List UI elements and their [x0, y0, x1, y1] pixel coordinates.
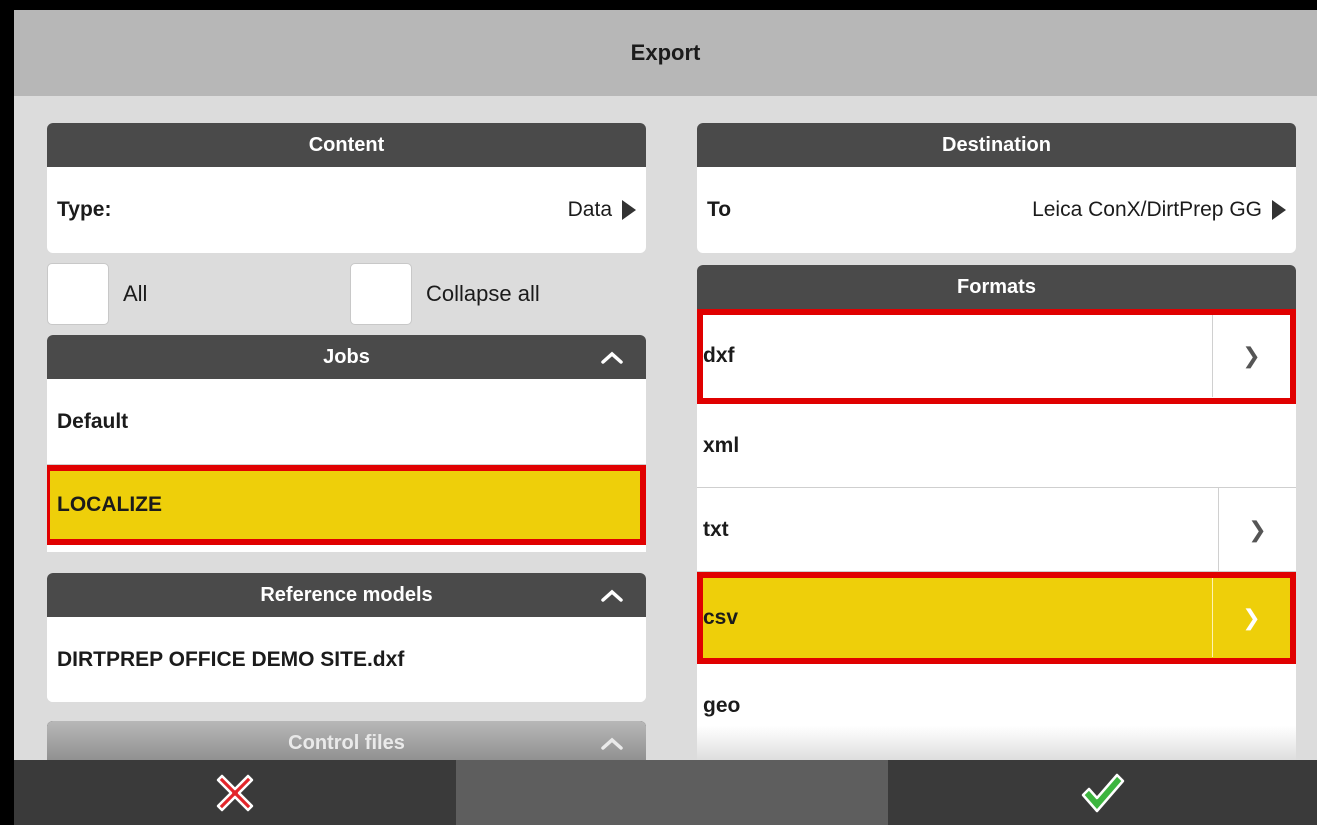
type-selector[interactable]: Type: Data [47, 167, 646, 253]
formats-header: Formats [697, 265, 1296, 309]
reference-models-panel: Reference models DIRTPREP OFFICE DEMO SI… [47, 573, 646, 702]
job-item-default[interactable]: Default [47, 379, 646, 465]
all-label: All [123, 281, 148, 306]
content-header: Content [47, 123, 646, 167]
jobs-header-label: Jobs [323, 345, 370, 368]
chevron-right-icon[interactable]: ❯ [1218, 488, 1296, 571]
collapse-all-checkbox-group[interactable]: Collapse all [350, 263, 540, 325]
empty-softkey[interactable] [456, 760, 888, 825]
format-item-xml[interactable]: xml [697, 404, 1296, 488]
collapse-all-label: Collapse all [426, 281, 540, 306]
type-value: Data [567, 198, 612, 221]
green-check-icon [1081, 773, 1124, 812]
job-item-label: Default [57, 409, 129, 433]
format-label: xml [703, 433, 740, 457]
collapse-caret-icon[interactable] [600, 345, 624, 371]
reference-model-item[interactable]: DIRTPREP OFFICE DEMO SITE.dxf [47, 617, 646, 702]
format-item-csv[interactable]: csv ❯ [697, 572, 1296, 664]
chevron-right-icon[interactable]: ❯ [1212, 578, 1290, 657]
reference-models-header-label: Reference models [260, 583, 433, 606]
collapse-caret-icon[interactable] [600, 731, 624, 757]
play-arrow-icon [622, 200, 636, 220]
jobs-header[interactable]: Jobs [47, 335, 646, 379]
dialog-title: Export [14, 10, 1317, 96]
collapse-caret-icon[interactable] [600, 583, 624, 609]
reference-models-header[interactable]: Reference models [47, 573, 646, 617]
format-item-geo[interactable]: geo [697, 664, 1296, 748]
type-label: Type: [57, 198, 112, 221]
content-panel: Content Type: Data [47, 123, 646, 253]
reference-model-label: DIRTPREP OFFICE DEMO SITE.dxf [57, 647, 405, 671]
control-files-header-label: Control files [288, 731, 405, 754]
play-arrow-icon [1272, 200, 1286, 220]
chevron-right-icon[interactable]: ❯ [1212, 315, 1290, 397]
all-checkbox[interactable] [47, 263, 109, 325]
frame: Export Content Type: Data All Collapse a… [0, 0, 1317, 825]
format-label: txt [703, 517, 729, 541]
confirm-button[interactable] [888, 760, 1317, 825]
format-item-txt[interactable]: txt ❯ [697, 488, 1296, 572]
destination-selector[interactable]: To Leica ConX/DirtPrep GG [697, 167, 1296, 253]
cancel-button[interactable] [14, 760, 456, 825]
format-item-dxf[interactable]: dxf ❯ [697, 309, 1296, 404]
format-label: geo [703, 694, 741, 717]
red-x-icon [216, 774, 254, 811]
job-item-label: LOCALIZE [57, 492, 162, 516]
to-label: To [707, 198, 732, 221]
control-files-header[interactable]: Control files [47, 721, 646, 765]
export-dialog: Export Content Type: Data All Collapse a… [14, 10, 1317, 825]
control-files-panel: Control files [47, 721, 646, 765]
format-label: csv [703, 605, 739, 629]
formats-panel: Formats dxf ❯ xml txt ❯ csv ❯ geo [697, 265, 1296, 760]
jobs-panel: Jobs Default LOCALIZE [47, 335, 646, 552]
to-value: Leica ConX/DirtPrep GG [1032, 198, 1262, 221]
format-label: dxf [703, 344, 735, 367]
collapse-all-checkbox[interactable] [350, 263, 412, 325]
bottom-bar [14, 760, 1317, 825]
destination-panel: Destination To Leica ConX/DirtPrep GG [697, 123, 1296, 253]
job-item-localize[interactable]: LOCALIZE [47, 465, 646, 545]
all-checkbox-group[interactable]: All [47, 263, 147, 325]
destination-header: Destination [697, 123, 1296, 167]
